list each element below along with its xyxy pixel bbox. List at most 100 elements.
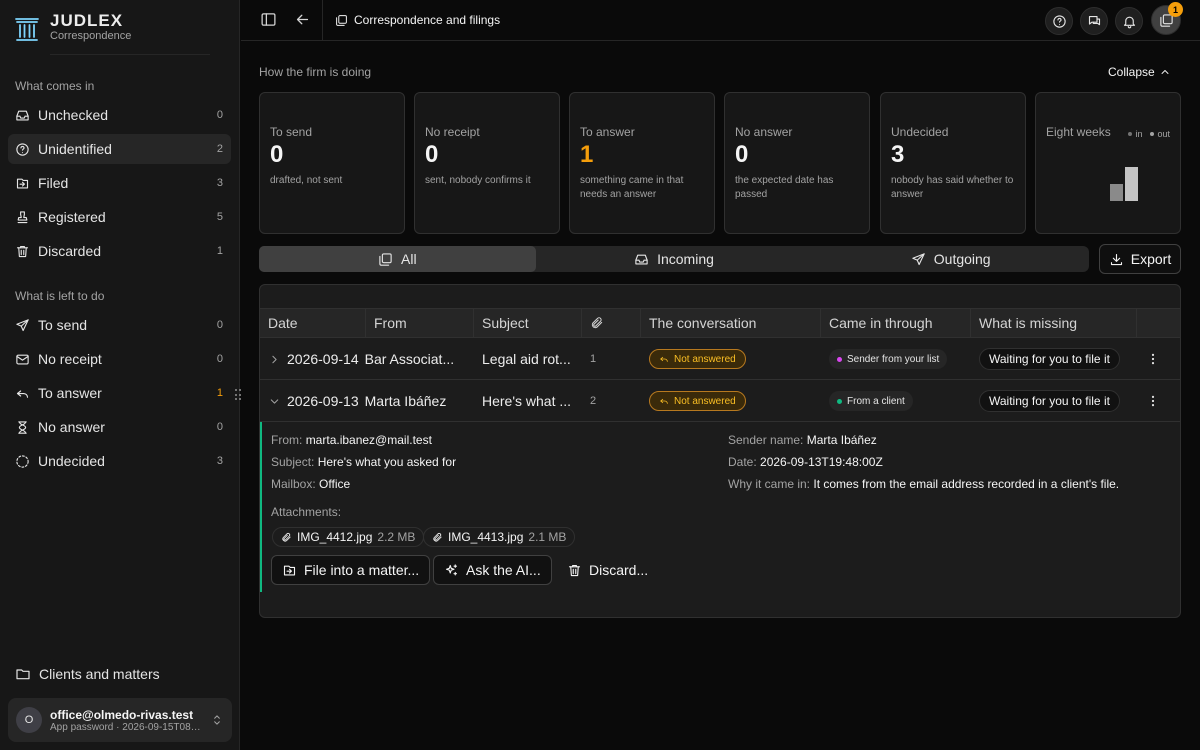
missing-badge: Waiting for you to file it xyxy=(979,390,1120,412)
column-what-is-missing[interactable]: What is missing xyxy=(971,309,1137,337)
sidebar-item-unidentified[interactable]: Unidentified 2 xyxy=(8,134,231,164)
inbox-tray-button[interactable]: 1 xyxy=(1151,2,1183,35)
column-came-in-through[interactable]: Came in through xyxy=(821,309,971,337)
sidebar-item-no-receipt[interactable]: No receipt 0 xyxy=(8,344,231,374)
stat-card-to-answer[interactable]: To answer 1 something came in that needs… xyxy=(569,92,715,234)
sidebar-resize-handle[interactable] xyxy=(234,388,244,402)
column-date[interactable]: Date xyxy=(260,309,366,337)
stat-card-no-answer[interactable]: No answer 0 the expected date has passed xyxy=(724,92,870,234)
sidebar-item-undecided[interactable]: Undecided 3 xyxy=(8,446,231,476)
table-row[interactable]: 2026-09-14 Bar Associat... Legal aid rot… xyxy=(260,338,1180,380)
trash-icon xyxy=(568,564,581,576)
cell-source: Sender from your list xyxy=(821,338,971,380)
sidebar-item-clients[interactable]: Clients and matters xyxy=(15,666,160,682)
row-date: 2026-09-14 xyxy=(287,351,359,367)
sidebar-item-filed[interactable]: Filed 3 xyxy=(8,168,231,198)
column-subject[interactable]: Subject xyxy=(474,309,582,337)
sidebar-toggle-icon xyxy=(261,13,276,26)
collapse-button[interactable]: Collapse xyxy=(1108,65,1171,79)
toggle-sidebar-button[interactable] xyxy=(260,11,277,28)
file-into-matter-button[interactable]: File into a matter... xyxy=(271,555,431,585)
send-icon xyxy=(16,318,29,331)
brand-name: JUDLEX xyxy=(50,11,124,30)
stat-card-no-receipt[interactable]: No receipt 0 sent, nobody confirms it xyxy=(414,92,560,234)
source-dot xyxy=(837,356,842,362)
chevron-right-icon[interactable] xyxy=(268,353,281,366)
attachment-chip[interactable]: IMG_4412.jpg 2.2 MB xyxy=(272,527,425,547)
stat-label: Undecided xyxy=(891,125,949,139)
sidebar-item-label: Registered xyxy=(38,209,106,225)
missing-badge: Waiting for you to file it xyxy=(979,348,1120,370)
sidebar-item-label: To answer xyxy=(38,385,102,401)
tab-outgoing[interactable]: Outgoing xyxy=(812,246,1089,272)
stat-description: nobody has said whether to answer xyxy=(891,175,1014,200)
row-menu-button[interactable] xyxy=(1146,352,1160,366)
help-button[interactable] xyxy=(1045,7,1073,35)
reply-icon xyxy=(660,398,668,404)
direction-tabs: All Incoming Outgoing xyxy=(259,246,1089,272)
paperclip-icon xyxy=(282,532,291,542)
sidebar-item-to-send[interactable]: To send 0 xyxy=(8,310,231,340)
chevron-up-icon xyxy=(1161,70,1169,74)
todo-nav: To send 0 No receipt 0 To answer 1 No an… xyxy=(8,310,231,480)
detail-sender: Sender name: Marta Ibáñez xyxy=(728,433,877,447)
column-attachments[interactable] xyxy=(582,309,641,337)
more-vertical-icon xyxy=(1151,395,1155,407)
attachment-chip[interactable]: IMG_4413.jpg 2.1 MB xyxy=(423,527,576,547)
detail-mailbox: Mailbox: Office xyxy=(271,477,350,491)
source-dot xyxy=(837,398,842,404)
file-in-icon xyxy=(283,565,296,575)
detail-from: From: marta.ibanez@mail.test xyxy=(271,433,432,447)
stat-description: sent, nobody confirms it xyxy=(425,175,531,186)
sidebar-item-count: 0 xyxy=(216,421,223,433)
cell-date[interactable]: 2026-09-13 Marta Ibáñez xyxy=(260,380,474,422)
sidebar-item-no-answer[interactable]: No answer 0 xyxy=(8,412,231,442)
row-menu-button[interactable] xyxy=(1146,394,1160,408)
discard-button[interactable]: Discard... xyxy=(556,555,659,585)
table-row[interactable]: 2026-09-13 Marta Ibáñez Here's what ... … xyxy=(260,380,1180,422)
stat-value: 0 xyxy=(425,141,439,168)
stat-label: To answer xyxy=(580,125,635,139)
account-switcher[interactable]: O office@olmedo-rivas.test App password … xyxy=(8,698,232,742)
sidebar-item-count: 1 xyxy=(216,387,223,399)
stat-value: 1 xyxy=(580,141,594,168)
breadcrumb: Correspondence and filings xyxy=(335,13,500,27)
notifications-button[interactable] xyxy=(1115,7,1143,35)
detail-why: Why it came in: It comes from the email … xyxy=(728,477,1119,491)
status-label: Not answered xyxy=(674,353,736,365)
ask-ai-button[interactable]: Ask the AI... xyxy=(433,555,552,585)
incoming-nav: Unchecked 0 Unidentified 2 Filed 3 Regis… xyxy=(8,100,231,270)
inbox-icon xyxy=(16,110,29,120)
brand[interactable]: JUDLEX Correspondence xyxy=(14,12,131,43)
column-conversation[interactable]: The conversation xyxy=(641,309,821,337)
detail-value: marta.ibanez@mail.test xyxy=(305,433,432,447)
sidebar-item-label: Undecided xyxy=(38,453,105,469)
detail-value: Office xyxy=(319,477,351,491)
sidebar-item-discarded[interactable]: Discarded 1 xyxy=(8,236,231,266)
cell-missing: Waiting for you to file it xyxy=(971,380,1137,422)
attachment-name: IMG_4412.jpg xyxy=(297,530,373,544)
messages-button[interactable] xyxy=(1080,7,1108,35)
back-button[interactable] xyxy=(294,11,311,28)
sidebar: JUDLEX Correspondence What comes in Unch… xyxy=(0,0,240,750)
sidebar-item-unchecked[interactable]: Unchecked 0 xyxy=(8,100,231,130)
stat-card-undecided[interactable]: Undecided 3 nobody has said whether to a… xyxy=(880,92,1026,234)
stat-card-to-send[interactable]: To send 0 drafted, not sent xyxy=(259,92,405,234)
tab-all[interactable]: All xyxy=(259,246,536,272)
tab-incoming[interactable]: Incoming xyxy=(536,246,813,272)
chevron-down-icon[interactable] xyxy=(268,395,281,408)
cell-missing: Waiting for you to file it xyxy=(971,338,1137,380)
mail-icon xyxy=(16,354,29,364)
folder-icon xyxy=(16,669,30,680)
sidebar-item-registered[interactable]: Registered 5 xyxy=(8,202,231,232)
weeks-bar-out xyxy=(1125,167,1138,201)
cell-date[interactable]: 2026-09-14 Bar Associat... xyxy=(260,338,474,380)
status-label: Not answered xyxy=(674,395,736,407)
detail-label: Mailbox: xyxy=(271,477,316,491)
export-button[interactable]: Export xyxy=(1099,244,1181,274)
column-from[interactable]: From xyxy=(366,309,474,337)
row-subject: Here's what ... xyxy=(482,393,572,409)
stat-value: 3 xyxy=(891,141,905,168)
hourglass-icon xyxy=(18,420,27,434)
sidebar-item-to-answer[interactable]: To answer 1 xyxy=(8,378,231,408)
